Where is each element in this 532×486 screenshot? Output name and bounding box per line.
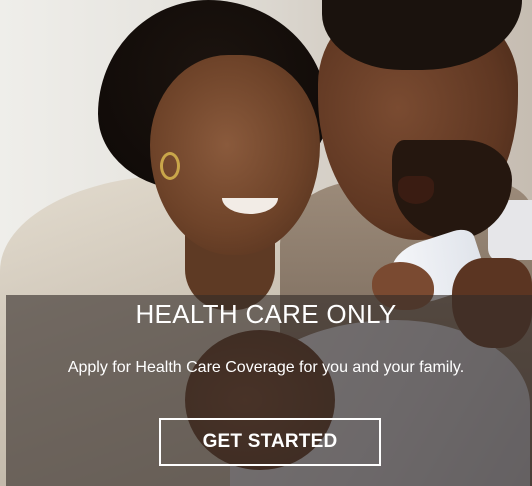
headline: HEALTH CARE ONLY — [135, 299, 397, 329]
photo-earring — [160, 152, 180, 180]
get-started-button[interactable]: GET STARTED — [159, 418, 381, 466]
photo-mouth-man — [398, 176, 434, 204]
subtext: Apply for Health Care Coverage for you a… — [67, 359, 465, 376]
health-care-promo-card: HEALTH CARE ONLY Apply for Health Care C… — [0, 0, 532, 486]
